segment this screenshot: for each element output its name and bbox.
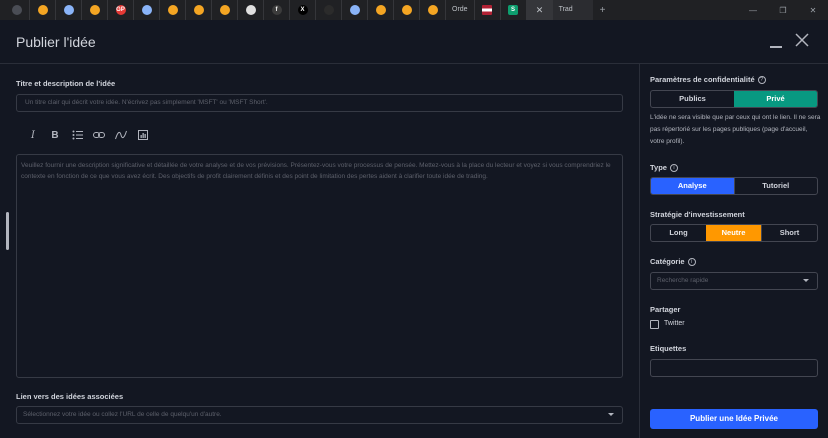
globe-favicon-icon [141, 5, 152, 15]
settings-panel: Paramètres de confidentialité? Publics P… [639, 64, 828, 438]
orange-favicon-icon [89, 5, 100, 15]
browser-tab[interactable]: f [264, 0, 290, 20]
type-analysis-option[interactable]: Analyse [651, 178, 734, 194]
editor-toolbar: I B [22, 128, 154, 142]
close-dialog-icon[interactable] [794, 32, 810, 48]
orange-favicon-icon [37, 5, 48, 15]
type-toggle: Analyse Tutoriel [650, 177, 818, 195]
link-icon[interactable] [88, 128, 110, 142]
browser-tab[interactable] [134, 0, 160, 20]
info-icon[interactable]: i [687, 258, 696, 267]
browser-tab[interactable]: GP [108, 0, 134, 20]
orange-favicon-icon [375, 5, 386, 15]
browser-tab[interactable]: X [290, 0, 316, 20]
twitter-checkbox[interactable] [650, 320, 659, 329]
privacy-private-option[interactable]: Privé [734, 91, 817, 107]
related-ideas-placeholder: Sélectionnez votre idée ou collez l'URL … [23, 411, 222, 418]
browser-tab[interactable]: S [501, 0, 527, 20]
publish-private-idea-button[interactable]: Publier une Idée Privée [650, 409, 818, 429]
browser-tab-strip: GP f X Orde S ✕ Trad + [0, 0, 828, 20]
strategy-label: Stratégie d'investissement [650, 210, 745, 219]
strategy-short-option[interactable]: Short [761, 225, 817, 241]
browser-tab[interactable] [238, 0, 264, 20]
x-favicon-icon: X [297, 5, 308, 15]
tags-input[interactable] [650, 359, 818, 377]
browser-tab[interactable]: Orde [446, 0, 475, 20]
globe-favicon-icon [63, 5, 74, 15]
chevron-down-icon [803, 279, 809, 282]
orange-favicon-icon [193, 5, 204, 15]
type-tutorial-option[interactable]: Tutoriel [733, 178, 818, 194]
category-label: Catégorie i [650, 257, 696, 267]
bold-icon[interactable]: B [44, 128, 66, 142]
share-label: Partager [650, 305, 681, 314]
browser-tab[interactable] [160, 0, 186, 20]
orange-favicon-icon [427, 5, 438, 15]
info-icon[interactable]: i [669, 164, 678, 173]
browser-tab[interactable] [342, 0, 368, 20]
orange-favicon-icon [401, 5, 412, 15]
us-flag-favicon-icon [482, 5, 493, 15]
type-label: Type i [650, 163, 678, 173]
privacy-settings-label: Paramètres de confidentialité? [650, 75, 766, 85]
list-icon[interactable] [66, 128, 88, 142]
italic-icon[interactable]: I [22, 128, 44, 142]
browser-tab[interactable] [368, 0, 394, 20]
idea-description-textarea[interactable]: Veuillez fournir une description signifi… [16, 154, 623, 378]
strategy-neutral-option[interactable]: Neutre [706, 225, 761, 241]
category-select[interactable]: Recherche rapide [650, 272, 818, 290]
dark-favicon-icon: f [271, 5, 282, 15]
tags-label: Etiquettes [650, 344, 687, 353]
twitter-checkbox-label: Twitter [664, 320, 685, 327]
close-tab-icon[interactable]: ✕ [526, 0, 553, 20]
dark-favicon-icon [323, 5, 334, 15]
red-favicon-icon: GP [115, 5, 126, 15]
new-tab-icon[interactable]: + [593, 5, 613, 16]
related-ideas-label: Lien vers des idées associées [16, 392, 124, 401]
browser-tab[interactable] [475, 0, 501, 20]
orange-favicon-icon [219, 5, 230, 15]
browser-tab[interactable] [82, 0, 108, 20]
browser-tab[interactable] [394, 0, 420, 20]
browser-tab[interactable] [212, 0, 238, 20]
browser-tab[interactable] [316, 0, 342, 20]
category-placeholder: Recherche rapide [657, 277, 709, 284]
related-ideas-select[interactable]: Sélectionnez votre idée ou collez l'URL … [16, 406, 623, 424]
globe-favicon-icon [349, 5, 360, 15]
browser-tab[interactable] [4, 0, 30, 20]
image-icon[interactable] [132, 128, 154, 142]
resize-handle[interactable] [6, 212, 9, 250]
square-favicon-icon [245, 5, 256, 15]
minimize-window-icon[interactable]: — [738, 6, 768, 15]
restore-window-icon[interactable]: ❐ [768, 6, 798, 15]
privacy-toggle: Publics Privé [650, 90, 818, 108]
chevron-down-icon [608, 413, 614, 416]
orange-favicon-icon [167, 5, 178, 15]
active-browser-tab[interactable]: Trad [552, 0, 593, 20]
browser-tab[interactable] [420, 0, 446, 20]
window-controls: — ❐ ✕ [738, 0, 828, 20]
browser-tab[interactable] [56, 0, 82, 20]
browser-tab[interactable] [30, 0, 56, 20]
strategy-toggle: Long Neutre Short [650, 224, 818, 242]
chart-icon[interactable] [110, 128, 132, 142]
minimize-dialog-button[interactable] [770, 46, 782, 48]
privacy-help-text: L'idée ne sera visible que par ceux qui … [650, 114, 821, 145]
close-window-icon[interactable]: ✕ [798, 6, 828, 15]
document-favicon-icon [11, 5, 22, 15]
title-description-label: Titre et description de l'idée [16, 79, 116, 88]
idea-title-input[interactable]: Un titre clair qui décrit votre idée. N'… [16, 94, 623, 112]
browser-tab[interactable] [186, 0, 212, 20]
strategy-long-option[interactable]: Long [651, 225, 706, 241]
privacy-public-option[interactable]: Publics [651, 91, 734, 107]
dialog-title: Publier l'idée [16, 34, 96, 50]
dialog-header: Publier l'idée [0, 20, 828, 64]
green-s-favicon-icon: S [508, 5, 519, 15]
help-icon[interactable]: ? [757, 76, 766, 85]
